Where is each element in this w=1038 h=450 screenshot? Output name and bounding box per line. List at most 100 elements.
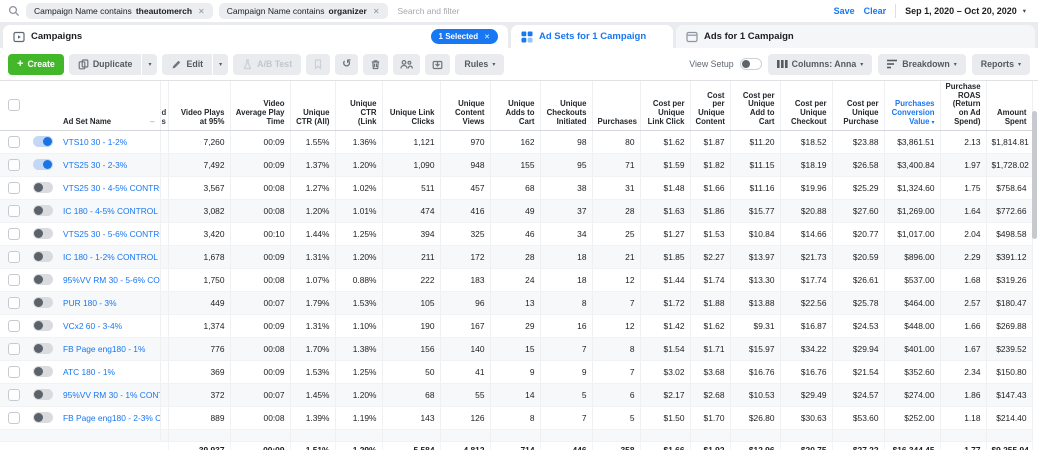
metric-cell: $3,400.84 xyxy=(884,153,940,176)
column-header-vapt[interactable]: Video Average Play Time xyxy=(230,81,290,130)
scrollbar-thumb[interactable] xyxy=(1032,111,1037,239)
row-checkbox[interactable] xyxy=(8,389,20,401)
duplicate-caret-button[interactable]: ▾ xyxy=(142,54,157,75)
ad-set-toggle[interactable] xyxy=(33,251,53,262)
row-checkbox[interactable] xyxy=(8,297,20,309)
ad-set-name-link[interactable]: IC 180 - 1-2% CONTROL xyxy=(63,252,158,262)
column-header-cpulc[interactable]: Cost per Unique Link Click xyxy=(640,81,690,130)
undo-button[interactable]: ↺ xyxy=(335,54,358,75)
row-checkbox[interactable] xyxy=(8,182,20,194)
row-checkbox[interactable] xyxy=(8,343,20,355)
column-header-roas[interactable]: Purchase ROAS (Return on Ad Spend) xyxy=(940,81,986,130)
pin-button[interactable] xyxy=(306,54,330,75)
filter-chip-organizer[interactable]: Campaign Name contains organizer ✕ xyxy=(219,3,388,19)
selected-count-badge[interactable]: 1 Selected ✕ xyxy=(431,29,498,44)
close-icon[interactable]: ✕ xyxy=(484,33,490,41)
ad-set-toggle[interactable] xyxy=(33,389,53,400)
view-setup-toggle[interactable] xyxy=(740,58,762,70)
ad-set-name-link[interactable]: PUR 180 - 3% xyxy=(63,298,117,308)
ad-set-name-link[interactable]: 95%VV RM 30 - 1% CONTR... xyxy=(63,390,160,400)
column-header-cpuc[interactable]: Cost per Unique Content xyxy=(690,81,730,130)
ad-set-toggle[interactable] xyxy=(33,320,53,331)
ad-set-toggle[interactable] xyxy=(33,297,53,308)
row-checkbox[interactable] xyxy=(8,228,20,240)
column-header-ucv[interactable]: Unique Content Views xyxy=(440,81,490,130)
ad-set-name-link[interactable]: VTS25 30 - 2-3% xyxy=(63,160,127,170)
columns-button[interactable]: Columns: Anna ▾ xyxy=(768,54,873,75)
results-summary[interactable]: ›Results from 74 ad setsⓘ xyxy=(5,445,163,450)
metric-cell: 13 xyxy=(490,291,540,314)
column-header-uci[interactable]: Unique Checkouts Initiated xyxy=(540,81,592,130)
vertical-scrollbar[interactable] xyxy=(1032,111,1037,441)
ad-set-toggle[interactable] xyxy=(33,159,53,170)
filter-chip-theautomerch[interactable]: Campaign Name contains theautomerch ✕ xyxy=(26,3,213,19)
column-header-cpuch[interactable]: Cost per Unique Checkout xyxy=(780,81,832,130)
metric-cell: 162 xyxy=(490,130,540,153)
ad-set-toggle[interactable] xyxy=(33,366,53,377)
ad-set-toggle[interactable] xyxy=(33,274,53,285)
export-button[interactable] xyxy=(425,54,450,75)
column-header-pur[interactable]: Purchases xyxy=(592,81,640,130)
audience-button[interactable] xyxy=(393,54,420,75)
close-icon[interactable]: ✕ xyxy=(373,7,380,16)
breakdown-button[interactable]: Breakdown ▾ xyxy=(878,54,965,75)
column-header-name[interactable]: Ad Set Name– xyxy=(58,81,160,130)
row-checkbox[interactable] xyxy=(8,274,20,286)
metric-cell: $401.00 xyxy=(884,337,940,360)
table-row: IC 180 - 4-5% CONTROL3,08200:081.20%1.01… xyxy=(0,199,1032,222)
ad-set-name-link[interactable]: FB Page eng180 - 2-3% CO... xyxy=(63,413,160,423)
column-header-vp95[interactable]: Video Plays at 95% xyxy=(168,81,230,130)
row-checkbox[interactable] xyxy=(8,136,20,148)
ad-set-toggle[interactable] xyxy=(33,412,53,423)
column-header-cpup[interactable]: Cost per Unique Purchase xyxy=(832,81,884,130)
column-header-uctr_all[interactable]: Unique CTR (All) xyxy=(290,81,335,130)
ad-set-name-link[interactable]: ATC 180 - 1% xyxy=(63,367,115,377)
metric-cell: 190 xyxy=(382,314,440,337)
save-filter-link[interactable]: Save xyxy=(834,6,855,16)
ad-set-toggle[interactable] xyxy=(33,343,53,354)
ad-set-name-link[interactable]: VTS25 30 - 4-5% CONTROL xyxy=(63,183,160,193)
ad-set-toggle[interactable] xyxy=(33,136,53,147)
ad-set-name-link[interactable]: VTS25 30 - 5-6% CONTROL xyxy=(63,229,160,239)
close-icon[interactable]: ✕ xyxy=(198,7,205,16)
column-header-ulc[interactable]: Unique Link Clicks xyxy=(382,81,440,130)
tab-ads[interactable]: Ads for 1 Campaign xyxy=(676,25,1035,48)
tab-campaigns[interactable]: Campaigns 1 Selected ✕ xyxy=(3,25,508,48)
row-checkbox[interactable] xyxy=(8,320,20,332)
duplicate-button[interactable]: Duplicate xyxy=(69,54,142,75)
ad-set-toggle[interactable] xyxy=(33,228,53,239)
date-range-picker[interactable]: Sep 1, 2020 – Oct 20, 2020 ▾ xyxy=(905,6,1030,16)
ad-set-name-link[interactable]: VCx2 60 - 3-4% xyxy=(63,321,122,331)
rules-button[interactable]: Rules ▾ xyxy=(455,54,504,75)
row-checkbox[interactable] xyxy=(8,205,20,217)
metric-cell: $1,728.02 xyxy=(986,153,1032,176)
select-all-checkbox[interactable] xyxy=(0,81,28,130)
clear-filter-link[interactable]: Clear xyxy=(864,6,887,16)
metric-cell: 2.29 xyxy=(940,245,986,268)
ad-set-name-link[interactable]: VTS10 30 - 1-2% xyxy=(63,137,127,147)
ad-set-name-link[interactable]: 95%VV RM 30 - 5-6% CONT... xyxy=(63,275,160,285)
search-input[interactable]: Search and filter xyxy=(398,6,828,16)
ab-test-button[interactable]: A/B Test xyxy=(233,54,301,75)
ad-set-name-link[interactable]: FB Page eng180 - 1% xyxy=(63,344,145,354)
column-header-cpuatc[interactable]: Cost per Unique Add to Cart xyxy=(730,81,780,130)
row-checkbox[interactable] xyxy=(8,251,20,263)
reports-button[interactable]: Reports ▾ xyxy=(972,54,1030,75)
checkbox[interactable] xyxy=(8,99,20,111)
row-checkbox[interactable] xyxy=(8,159,20,171)
ad-set-toggle[interactable] xyxy=(33,182,53,193)
row-checkbox[interactable] xyxy=(8,412,20,424)
column-header-uatc[interactable]: Unique Adds to Cart xyxy=(490,81,540,130)
column-header-spent[interactable]: Amount Spent xyxy=(986,81,1032,130)
row-checkbox[interactable] xyxy=(8,366,20,378)
edit-button[interactable]: Edit xyxy=(162,54,212,75)
create-button[interactable]: + Create xyxy=(8,54,64,75)
clipped-cell xyxy=(160,268,168,291)
column-header-pcv[interactable]: Purchases Conversion Value▾ xyxy=(884,81,940,130)
column-header-uctr_link[interactable]: Unique CTR (Link xyxy=(335,81,382,130)
ad-set-name-link[interactable]: IC 180 - 4-5% CONTROL xyxy=(63,206,158,216)
ad-set-toggle[interactable] xyxy=(33,205,53,216)
delete-button[interactable] xyxy=(363,54,388,75)
edit-caret-button[interactable]: ▾ xyxy=(213,54,228,75)
tab-ad-sets[interactable]: Ad Sets for 1 Campaign xyxy=(511,25,673,48)
